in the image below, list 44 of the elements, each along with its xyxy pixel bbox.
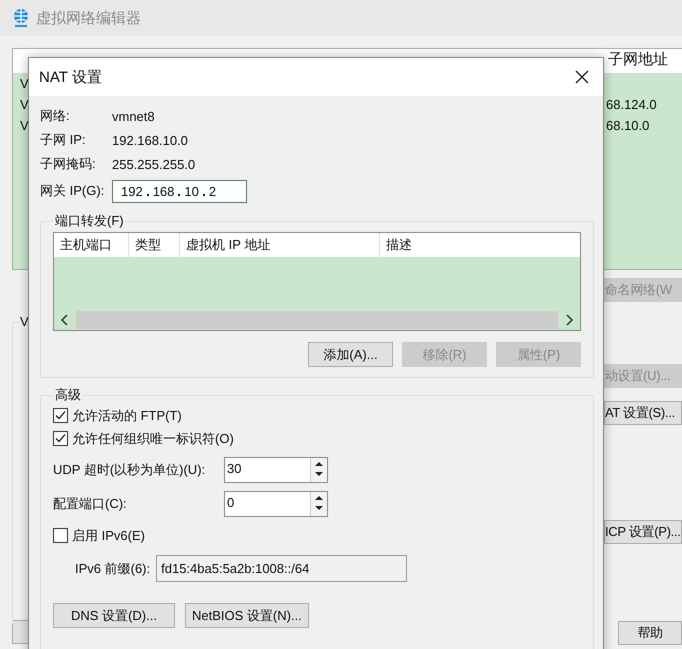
table-cell: V xyxy=(20,118,29,133)
scroll-left-icon[interactable] xyxy=(60,314,70,326)
dialog-title: NAT 设置 xyxy=(39,68,102,86)
column-header[interactable]: 主机端口 xyxy=(54,233,129,257)
checkbox-label: 允许任何组织唯一标识符(O) xyxy=(72,430,234,448)
field-label: 网络: xyxy=(40,107,71,125)
dialog-button[interactable]: DNS 设置(D)... xyxy=(53,603,175,628)
number-field[interactable]: 0 xyxy=(224,491,328,517)
field-label: 子网 IP: xyxy=(40,131,87,149)
column-header[interactable]: 描述 xyxy=(380,233,580,257)
port-forwarding-list[interactable]: 主机端口 类型 虚拟机 IP 地址 描述 xyxy=(53,232,581,331)
ip-address-field[interactable]: 192 168 10 2 xyxy=(112,180,247,202)
help-button[interactable]: 帮助 xyxy=(618,621,682,645)
dialog-button[interactable]: NetBIOS 设置(N)... xyxy=(185,603,309,628)
checkbox[interactable] xyxy=(53,431,68,446)
field-label: 配置端口(C): xyxy=(53,495,128,513)
field-value: 192.168.10.0 xyxy=(112,132,188,148)
number-field[interactable]: 30 xyxy=(224,457,328,483)
field-label: 网关 IP(G): xyxy=(40,182,106,200)
checkbox-label: 启用 IPv6(E) xyxy=(72,526,145,544)
group-title: 高级 xyxy=(54,386,82,404)
field-label: 子网掩码: xyxy=(40,155,97,173)
checkbox[interactable] xyxy=(53,408,68,423)
checkbox[interactable] xyxy=(53,528,68,543)
window-title: 虚拟网络编辑器 xyxy=(36,8,141,28)
field-value: vmnet8 xyxy=(112,108,155,124)
group-title: 端口转发(F) xyxy=(54,212,125,230)
field-label: IPv6 前缀(6): xyxy=(75,560,150,578)
dialog-button[interactable]: 添加(A)... xyxy=(308,342,393,367)
globe-icon xyxy=(12,8,30,28)
checkbox-label: 允许活动的 FTP(T) xyxy=(72,406,182,424)
column-header: 子网地址 xyxy=(604,49,682,73)
side-button[interactable]: AT 设置(S)... xyxy=(604,401,682,425)
table-cell: V xyxy=(20,76,29,91)
table-cell: 68.10.0 xyxy=(606,118,650,133)
close-icon[interactable] xyxy=(575,70,589,84)
field-value: 255.255.255.0 xyxy=(112,156,196,172)
field-label: UDP 超时(以秒为单位)(U): xyxy=(53,461,206,479)
table-cell: V xyxy=(20,97,29,112)
column-header[interactable]: 类型 xyxy=(129,233,180,257)
column-header[interactable]: 虚拟机 IP 地址 xyxy=(180,233,380,257)
side-button[interactable]: ICP 设置(P)... xyxy=(604,520,682,544)
scroll-right-icon[interactable] xyxy=(564,314,574,326)
table-cell: 68.124.0 xyxy=(606,97,657,112)
